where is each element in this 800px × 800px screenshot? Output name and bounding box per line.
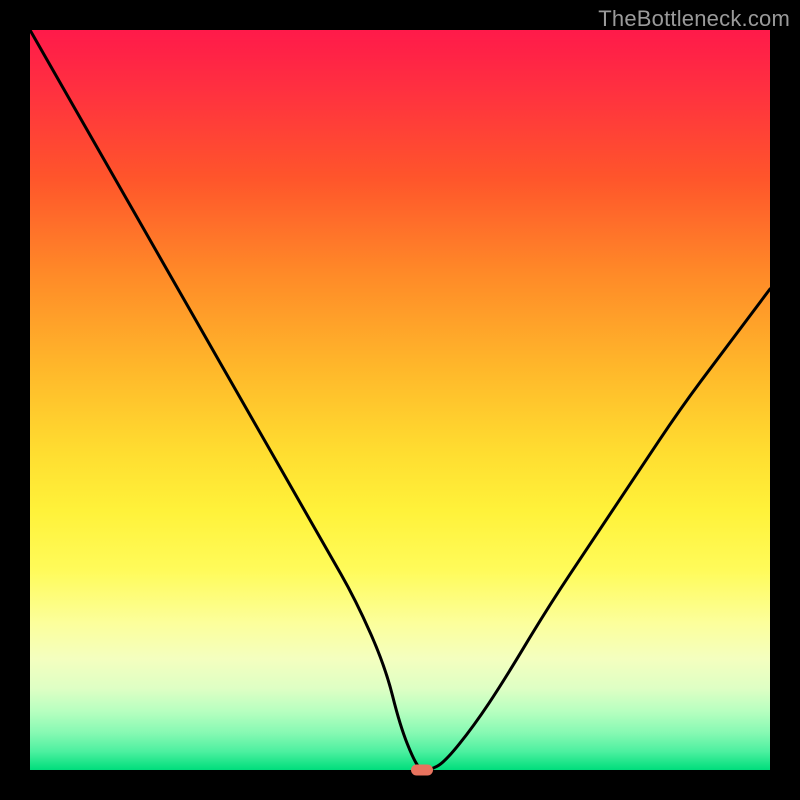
- plot-area: [30, 30, 770, 770]
- optimal-point-marker: [411, 765, 433, 776]
- chart-container: TheBottleneck.com: [0, 0, 800, 800]
- watermark-text: TheBottleneck.com: [598, 6, 790, 32]
- bottleneck-curve: [30, 30, 770, 770]
